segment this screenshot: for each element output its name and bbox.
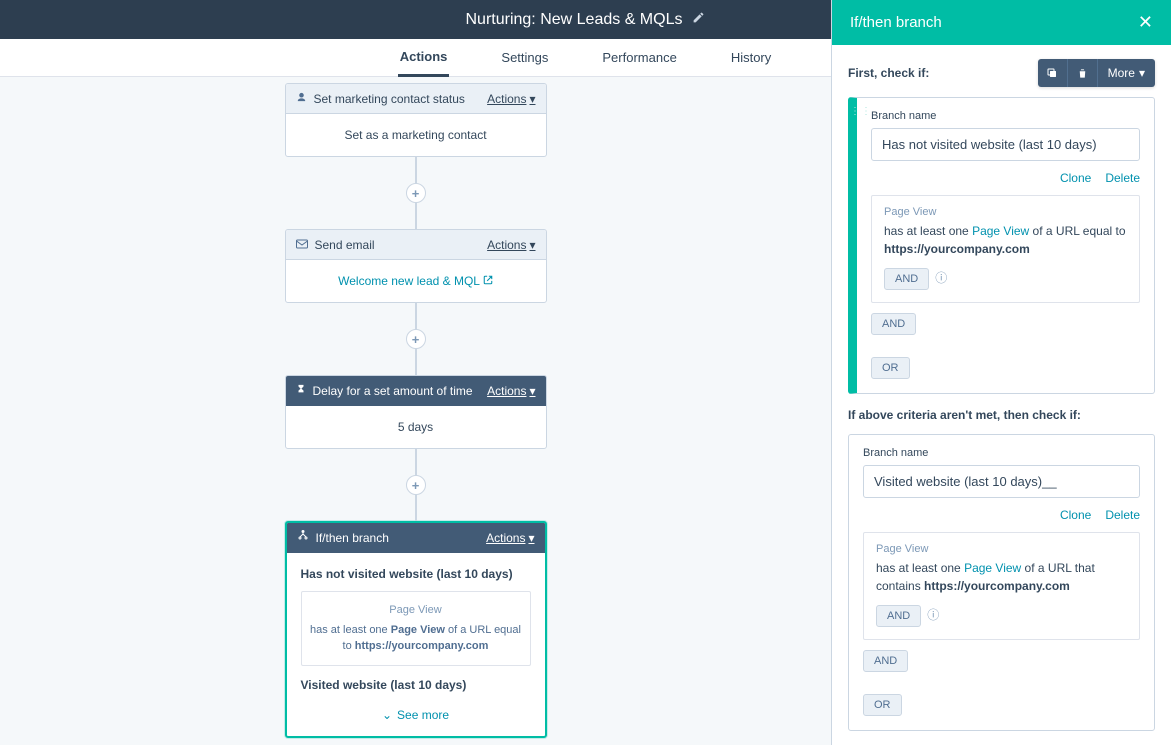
else-check-label: If above criteria aren't met, then check… (848, 408, 1155, 422)
workflow-title: Nurturing: New Leads & MQLs (466, 11, 683, 29)
branch-1-title: Has not visited website (last 10 days) (301, 567, 531, 581)
page-view-label: Page View (884, 206, 1127, 218)
branch-name-input[interactable] (863, 465, 1140, 498)
clone-branch-link[interactable]: Clone (1060, 508, 1091, 522)
branch-2-title: Visited website (last 10 days) (301, 678, 531, 692)
panel-body: First, check if: More ▾ ⋮⋮ Branch name Cl… (832, 45, 1171, 745)
branch-block-1[interactable]: ⋮⋮ Branch name Clone Delete Page View ha… (848, 97, 1155, 394)
page-view-label: Page View (876, 543, 1127, 555)
info-icon[interactable]: ⓘ (927, 608, 939, 622)
card-header: If/then branch Actions ▾ (287, 523, 545, 553)
close-panel-button[interactable]: ✕ (1138, 12, 1153, 33)
more-label: More (1108, 66, 1135, 80)
card-body: Set as a marketing contact (286, 114, 546, 156)
branch-name-label: Branch name (863, 447, 1140, 459)
card-title: Send email (315, 238, 375, 252)
caret-down-icon: ▾ (529, 92, 535, 106)
drag-handle-icon[interactable]: ⋮⋮ (850, 106, 872, 117)
card-header: Send email Actions ▾ (286, 230, 546, 260)
actions-label: Actions (486, 531, 525, 545)
action-card-set-marketing-contact[interactable]: Set marketing contact status Actions ▾ S… (285, 83, 547, 157)
branch-name-label: Branch name (871, 110, 1140, 122)
condition-text: has at least one Page View of a URL that… (876, 559, 1127, 595)
workflow-title-wrap: Nurturing: New Leads & MQLs (466, 11, 706, 29)
external-link-icon (483, 274, 493, 288)
and-inner-button[interactable]: AND (876, 605, 921, 627)
page-view-label: Page View (310, 602, 522, 619)
action-card-if-then-branch[interactable]: If/then branch Actions ▾ Has not visited… (285, 521, 547, 738)
branch-toolbar: More ▾ (1038, 59, 1155, 87)
workflow-canvas[interactable]: Set marketing contact status Actions ▾ S… (0, 77, 831, 745)
branch-name-input[interactable] (871, 128, 1140, 161)
card-actions-dropdown[interactable]: Actions ▾ (487, 238, 535, 252)
condition-text: has at least one Page View of a URL equa… (884, 222, 1127, 258)
action-card-delay[interactable]: Delay for a set amount of time Actions ▾… (285, 375, 547, 449)
tab-settings[interactable]: Settings (499, 40, 550, 75)
email-link[interactable]: Welcome new lead & MQL (338, 274, 493, 288)
card-header: Set marketing contact status Actions ▾ (286, 84, 546, 114)
or-button[interactable]: OR (863, 694, 902, 716)
chevron-down-icon: ⌄ (382, 708, 392, 722)
side-panel-if-then: If/then branch ✕ First, check if: More ▾ … (831, 0, 1171, 745)
delete-branch-link[interactable]: Delete (1105, 508, 1140, 522)
actions-label: Actions (487, 238, 526, 252)
first-check-label: First, check if: (848, 66, 929, 80)
info-icon[interactable]: ⓘ (935, 271, 947, 285)
or-button[interactable]: OR (871, 357, 910, 379)
card-body: Welcome new lead & MQL (286, 260, 546, 302)
card-body: 5 days (286, 406, 546, 448)
add-action-button[interactable]: + (406, 183, 426, 203)
card-body: Has not visited website (last 10 days) P… (287, 553, 545, 736)
hourglass-icon (296, 383, 306, 398)
envelope-icon (296, 238, 308, 252)
see-more-link[interactable]: ⌄ See more (301, 702, 531, 726)
actions-label: Actions (487, 384, 526, 398)
more-dropdown[interactable]: More ▾ (1098, 59, 1155, 87)
card-actions-dropdown[interactable]: Actions ▾ (486, 531, 534, 545)
card-title: Delay for a set amount of time (313, 384, 473, 398)
card-header: Delay for a set amount of time Actions ▾ (286, 376, 546, 406)
branch-block-2[interactable]: Branch name Clone Delete Page View has a… (848, 434, 1155, 731)
and-inner-button[interactable]: AND (884, 268, 929, 290)
and-outer-button[interactable]: AND (863, 650, 908, 672)
edit-title-icon[interactable] (692, 11, 705, 29)
branch-filter-summary: Page View has at least one Page View of … (301, 591, 531, 666)
add-action-button[interactable]: + (406, 475, 426, 495)
condition-box[interactable]: Page View has at least one Page View of … (871, 195, 1140, 303)
delete-button[interactable] (1068, 59, 1098, 87)
caret-down-icon: ▾ (529, 384, 535, 398)
caret-down-icon: ▾ (529, 238, 535, 252)
delete-branch-link[interactable]: Delete (1105, 171, 1140, 185)
add-action-button[interactable]: + (406, 329, 426, 349)
branch-icon (297, 530, 309, 545)
see-more-label: See more (397, 708, 449, 722)
person-icon (296, 92, 307, 106)
panel-title: If/then branch (850, 14, 942, 31)
card-title: Set marketing contact status (314, 92, 465, 106)
copy-button[interactable] (1038, 59, 1068, 87)
condition-box[interactable]: Page View has at least one Page View of … (863, 532, 1140, 640)
clone-branch-link[interactable]: Clone (1060, 171, 1091, 185)
filter-text: has at least one Page View of a URL equa… (310, 622, 522, 655)
card-actions-dropdown[interactable]: Actions ▾ (487, 92, 535, 106)
actions-label: Actions (487, 92, 526, 106)
action-card-send-email[interactable]: Send email Actions ▾ Welcome new lead & … (285, 229, 547, 303)
tab-actions[interactable]: Actions (398, 39, 450, 77)
panel-header: If/then branch ✕ (832, 0, 1171, 45)
card-actions-dropdown[interactable]: Actions ▾ (487, 384, 535, 398)
caret-down-icon: ▾ (528, 531, 534, 545)
and-outer-button[interactable]: AND (871, 313, 916, 335)
tab-history[interactable]: History (729, 40, 773, 75)
email-link-text: Welcome new lead & MQL (338, 274, 479, 288)
tab-performance[interactable]: Performance (600, 40, 678, 75)
caret-down-icon: ▾ (1139, 66, 1145, 80)
card-title: If/then branch (316, 531, 389, 545)
